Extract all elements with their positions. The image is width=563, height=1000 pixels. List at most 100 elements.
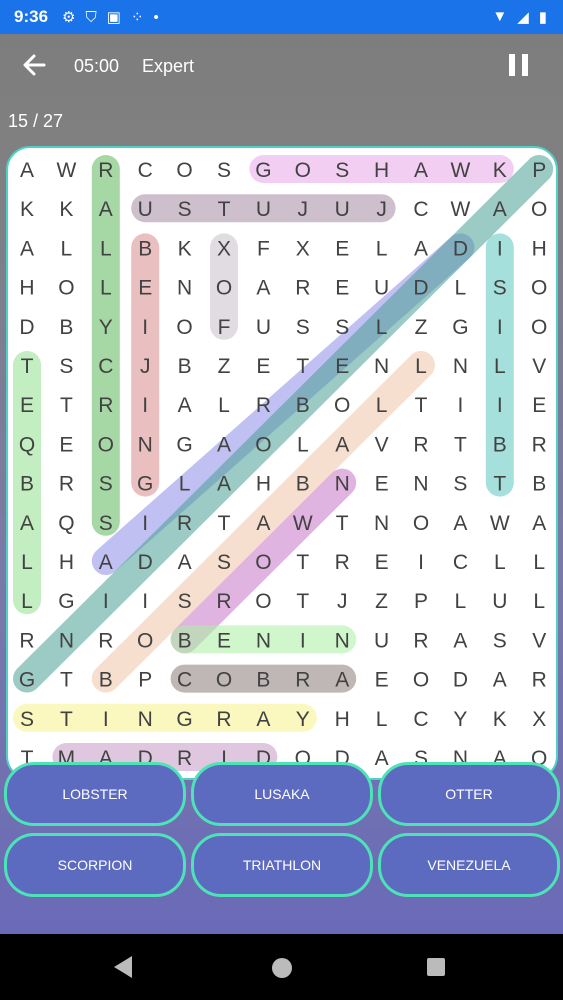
grid-letter[interactable]: K [493,159,507,182]
grid-letter[interactable]: T [218,512,231,535]
grid-letter[interactable]: L [297,433,309,456]
word-chip-otter[interactable]: OTTER [378,762,560,826]
grid-letter[interactable]: L [455,277,467,300]
grid-letter[interactable]: A [20,159,34,182]
grid-letter[interactable]: I [497,237,503,260]
grid-letter[interactable]: W [293,512,313,535]
grid-letter[interactable]: O [255,590,271,613]
grid-letter[interactable]: O [531,316,547,339]
grid-letter[interactable]: O [413,512,429,535]
grid-letter[interactable]: D [453,237,468,260]
grid-letter[interactable]: R [98,629,113,652]
grid-letter[interactable]: B [296,394,310,417]
grid-letter[interactable]: J [337,590,348,613]
grid-letter[interactable]: F [218,316,231,339]
grid-letter[interactable]: U [256,198,271,221]
grid-letter[interactable]: A [414,237,428,260]
grid-letter[interactable]: A [99,198,113,221]
grid-letter[interactable]: N [138,433,153,456]
grid-letter[interactable]: C [453,551,468,574]
grid-letter[interactable]: L [61,237,73,260]
grid-letter[interactable]: A [20,512,34,535]
grid-letter[interactable]: Y [296,708,310,731]
grid-letter[interactable]: O [98,433,114,456]
grid-letter[interactable]: G [452,316,468,339]
nav-home-icon[interactable] [272,958,292,978]
grid-letter[interactable]: A [453,512,467,535]
grid-letter[interactable]: H [19,277,34,300]
grid-letter[interactable]: L [100,237,112,260]
grid-letter[interactable]: I [142,590,148,613]
grid-letter[interactable]: O [58,277,74,300]
grid-letter[interactable]: L [21,590,33,613]
grid-letter[interactable]: B [178,629,192,652]
grid-letter[interactable]: I [142,316,148,339]
grid-letter[interactable]: X [296,237,310,260]
grid-letter[interactable]: H [532,237,547,260]
grid-letter[interactable]: E [532,394,546,417]
grid-letter[interactable]: R [98,394,113,417]
grid-letter[interactable]: H [59,551,74,574]
arrow-left-icon[interactable] [18,48,52,82]
grid-letter[interactable]: L [376,708,388,731]
grid-letter[interactable]: E [375,669,389,692]
grid-letter[interactable]: N [335,629,350,652]
grid-letter[interactable]: L [376,394,388,417]
grid-letter[interactable]: A [217,473,231,496]
grid-letter[interactable]: R [335,551,350,574]
grid-letter[interactable]: N [177,277,192,300]
grid-letter[interactable]: E [335,237,349,260]
grid-letter[interactable]: O [255,551,271,574]
grid-letter[interactable]: A [217,433,231,456]
grid-letter[interactable]: U [374,629,389,652]
grid-letter[interactable]: R [413,433,428,456]
grid-letter[interactable]: S [217,159,231,182]
word-chip-scorpion[interactable]: SCORPION [4,833,186,897]
letter-grid[interactable]: A W R C O S G O S H A W K PK K A U S T U J U J C W A OA L L B K X F X E L A D… [8,148,556,778]
grid-letter[interactable]: S [99,512,113,535]
grid-letter[interactable]: A [453,629,467,652]
grid-letter[interactable]: R [59,473,74,496]
grid-letter[interactable]: R [98,159,113,182]
grid-letter[interactable]: N [59,629,74,652]
grid-letter[interactable]: L [455,590,467,613]
grid-letter[interactable]: L [218,394,230,417]
grid-letter[interactable]: K [20,198,34,221]
grid-letter[interactable]: V [375,433,389,456]
grid-letter[interactable]: H [335,708,350,731]
grid-letter[interactable]: T [60,669,73,692]
grid-letter[interactable]: D [453,669,468,692]
grid-letter[interactable]: S [335,159,349,182]
grid-letter[interactable]: L [376,237,388,260]
grid-letter[interactable]: A [256,708,270,731]
grid-letter[interactable]: R [19,629,34,652]
grid-letter[interactable]: A [99,551,113,574]
grid-letter[interactable]: B [138,237,152,260]
grid-letter[interactable]: N [374,512,389,535]
grid-letter[interactable]: I [457,394,463,417]
grid-letter[interactable]: E [217,629,231,652]
grid-letter[interactable]: U [256,316,271,339]
grid-letter[interactable]: G [58,590,74,613]
grid-letter[interactable]: K [493,708,507,731]
grid-letter[interactable]: L [179,473,191,496]
grid-letter[interactable]: A [375,747,389,770]
grid-letter[interactable]: G [19,669,35,692]
grid-letter[interactable]: N [374,355,389,378]
grid-letter[interactable]: R [295,277,310,300]
grid-letter[interactable]: L [494,551,506,574]
grid-letter[interactable]: J [298,198,309,221]
grid-letter[interactable]: A [335,433,349,456]
grid-letter[interactable]: K [59,198,73,221]
grid-letter[interactable]: T [493,473,506,496]
grid-letter[interactable]: R [216,708,231,731]
grid-letter[interactable]: C [413,708,428,731]
grid-letter[interactable]: R [413,629,428,652]
grid-letter[interactable]: O [531,277,547,300]
grid-letter[interactable]: U [138,198,153,221]
word-chip-lusaka[interactable]: LUSAKA [191,762,373,826]
grid-letter[interactable]: C [98,355,113,378]
grid-letter[interactable]: L [376,316,388,339]
pause-icon[interactable] [509,54,529,76]
grid-letter[interactable]: G [255,159,271,182]
